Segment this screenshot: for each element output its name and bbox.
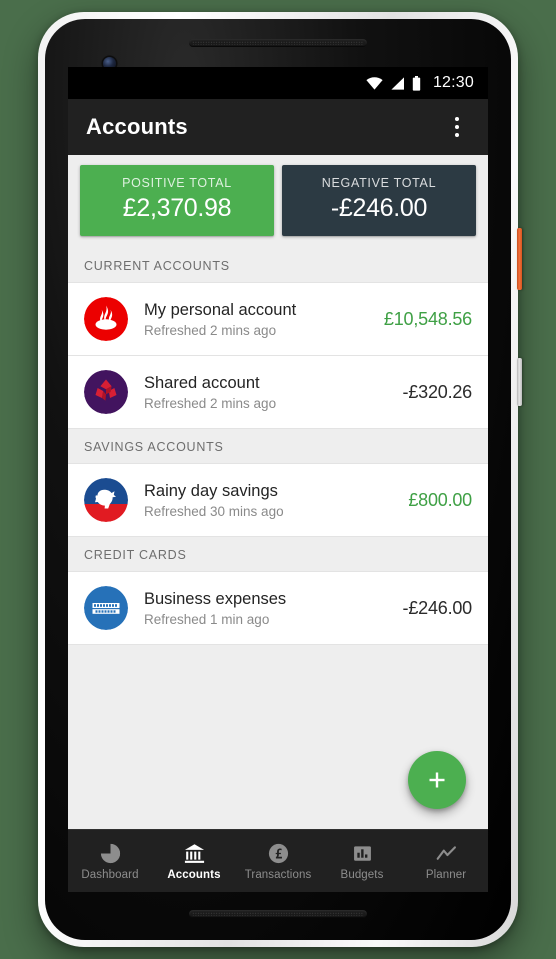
bottom-speaker <box>189 910 367 918</box>
negative-total-label: NEGATIVE TOTAL <box>321 176 437 190</box>
positive-total-label: POSITIVE TOTAL <box>122 176 232 190</box>
negative-total-card[interactable]: NEGATIVE TOTAL -£246.00 <box>282 165 476 236</box>
bank-icon <box>184 843 204 863</box>
account-balance: £10,548.56 <box>383 308 472 329</box>
account-row-shared-account[interactable]: Shared account Refreshed 2 mins ago -£32… <box>68 355 488 429</box>
app-bar: Accounts <box>68 99 488 155</box>
plus-icon <box>429 772 445 788</box>
account-text: Business expenses Refreshed 1 min ago <box>144 590 393 627</box>
account-balance: -£246.00 <box>402 597 473 618</box>
battery-icon <box>412 75 421 91</box>
account-text: Rainy day savings Refreshed 30 mins ago <box>144 482 398 519</box>
bottom-navigation: Dashboard Accounts Transactions Budgets … <box>68 829 488 892</box>
phone-screen: 12:30 Accounts POSITIVE TOTAL £2,370.98 … <box>68 67 488 892</box>
earpiece-speaker <box>189 39 367 47</box>
account-balance: -£320.26 <box>402 381 473 402</box>
bar-chart-icon <box>353 845 371 861</box>
nav-item-budgets[interactable]: Budgets <box>320 830 404 892</box>
account-name: Business expenses <box>144 589 287 608</box>
natwest-logo <box>84 370 128 414</box>
account-balance: £800.00 <box>408 489 472 510</box>
line-chart-icon <box>436 845 456 860</box>
positive-total-card[interactable]: POSITIVE TOTAL £2,370.98 <box>80 165 274 236</box>
nav-item-transactions[interactable]: Transactions <box>236 830 320 892</box>
account-name: Rainy day savings <box>144 481 278 500</box>
account-refreshed: Refreshed 1 min ago <box>144 611 270 627</box>
pie-chart-icon <box>100 843 120 863</box>
status-bar-time: 12:30 <box>432 74 474 91</box>
accounts-content: POSITIVE TOTAL £2,370.98 NEGATIVE TOTAL … <box>68 155 488 829</box>
add-account-fab[interactable] <box>408 751 466 809</box>
bank-of-america-logo <box>84 478 128 522</box>
account-row-business-expenses[interactable]: Business expenses Refreshed 1 min ago -£… <box>68 571 488 645</box>
cellular-signal-icon <box>391 76 404 90</box>
overflow-dot <box>454 124 460 130</box>
section-header-savings-accounts: SAVINGS ACCOUNTS <box>68 429 488 464</box>
account-text: My personal account Refreshed 2 mins ago <box>144 301 374 338</box>
nav-label: Planner <box>425 868 467 881</box>
nav-label: Accounts <box>167 868 221 881</box>
american-express-logo <box>84 586 128 630</box>
positive-total-amount: £2,370.98 <box>122 194 232 222</box>
nav-label: Budgets <box>340 868 384 881</box>
account-refreshed: Refreshed 2 mins ago <box>144 322 277 338</box>
pound-circle-icon <box>268 843 288 863</box>
power-button[interactable] <box>517 228 522 290</box>
overflow-dot <box>454 132 460 138</box>
account-name: My personal account <box>144 300 297 319</box>
account-refreshed: Refreshed 2 mins ago <box>144 395 277 411</box>
status-bar: 12:30 <box>68 67 488 99</box>
section-header-credit-cards: CREDIT CARDS <box>68 537 488 572</box>
page-title: Accounts <box>86 114 188 139</box>
account-row-rainy-day-savings[interactable]: Rainy day savings Refreshed 30 mins ago … <box>68 463 488 537</box>
negative-total-amount: -£246.00 <box>330 194 428 222</box>
account-name: Shared account <box>144 373 260 392</box>
nav-item-accounts[interactable]: Accounts <box>152 830 236 892</box>
nav-label: Dashboard <box>81 868 139 881</box>
account-row-my-personal-account[interactable]: My personal account Refreshed 2 mins ago… <box>68 282 488 356</box>
overflow-dot <box>454 116 460 122</box>
volume-rocker[interactable] <box>517 358 522 406</box>
nav-item-planner[interactable]: Planner <box>404 830 488 892</box>
account-text: Shared account Refreshed 2 mins ago <box>144 374 393 411</box>
section-header-current-accounts: CURRENT ACCOUNTS <box>68 248 488 283</box>
nav-item-dashboard[interactable]: Dashboard <box>68 830 152 892</box>
santander-logo <box>84 297 128 341</box>
wifi-icon <box>366 76 383 90</box>
totals-row: POSITIVE TOTAL £2,370.98 NEGATIVE TOTAL … <box>68 155 488 248</box>
nav-label: Transactions <box>244 868 312 881</box>
overflow-menu-icon[interactable] <box>440 107 474 147</box>
account-refreshed: Refreshed 30 mins ago <box>144 503 284 519</box>
